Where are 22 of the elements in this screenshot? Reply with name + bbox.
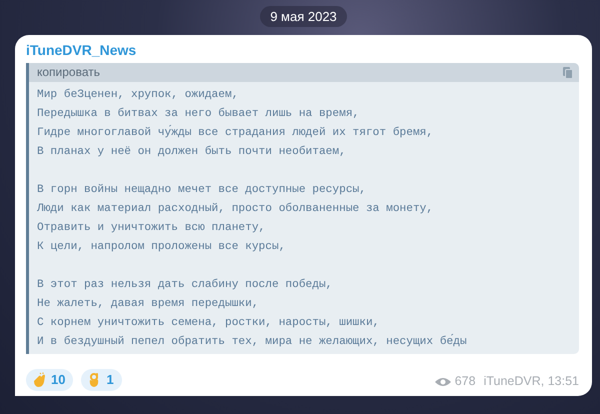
date-label: 9 мая 2023 xyxy=(260,6,347,27)
view-count: 678 xyxy=(454,373,476,390)
copy-icon[interactable] xyxy=(563,66,573,78)
code-line: В планах у неё он должен быть почти необитаем, xyxy=(37,144,346,160)
code-line: Передышка в битвах за него бывает лишь на время, xyxy=(37,106,360,122)
code-line: И в бездушный пепел обратить тех, мира не желающих, несущих бе́ды xyxy=(37,333,467,350)
code-line: Не жалеть, давая время передышки, xyxy=(37,297,259,312)
code-line: Гидре многоглавой чу́жды все страдания людей их тягот бремя, xyxy=(37,124,434,141)
channel-name[interactable]: iTuneDVR_News xyxy=(26,42,136,58)
signature-time: iTuneDVR, 13:51 xyxy=(484,373,579,390)
reaction-button[interactable]: 1 xyxy=(81,369,122,391)
code-line: В этот раз нельзя дать слабину после победы, xyxy=(37,278,332,293)
code-line: Мир беЗценен, хрупок, ожидаем, xyxy=(37,88,238,103)
code-line: Люди как материал расходный, просто оболваненные за монету, xyxy=(37,202,434,217)
clapping-hands-icon xyxy=(31,372,47,388)
code-line: С корнем уничтожить семена, ростки, наросты, шишки, xyxy=(37,316,380,331)
copy-label[interactable]: копировать xyxy=(37,63,100,82)
eye-icon xyxy=(434,376,451,387)
code-line: К цели, напролом проложены все курсы, xyxy=(37,240,286,255)
code-line: Отравить и уничтожить всю планету, xyxy=(37,221,266,236)
code-line: В горн войны нещадно мечет все доступные ресурсы, xyxy=(37,183,366,198)
reaction-button[interactable]: 10 xyxy=(26,369,74,391)
